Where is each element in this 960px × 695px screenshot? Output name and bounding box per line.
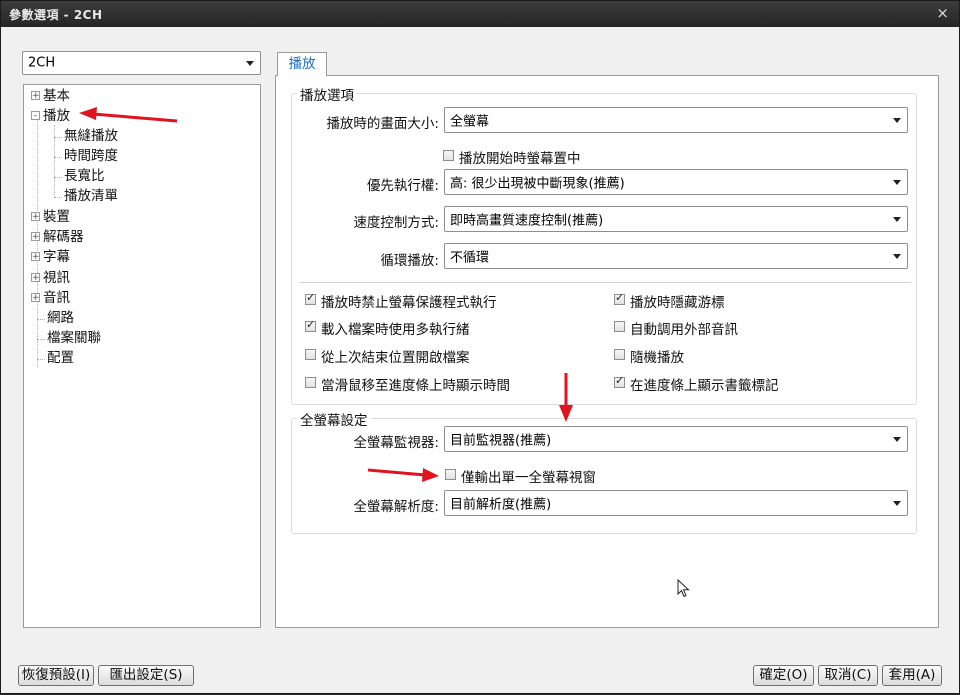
tree-guide-line xyxy=(37,339,45,340)
tree-item-playlist[interactable]: 播放清單 xyxy=(64,187,118,206)
window-title: 參數選項 - 2CH xyxy=(9,8,103,22)
hide-cursor-checkbox[interactable] xyxy=(614,291,625,305)
reset-defaults-button[interactable]: 恢復預設(I) xyxy=(18,665,94,686)
chevron-down-icon xyxy=(893,118,901,123)
tree-item-audio[interactable]: + 音訊 xyxy=(31,289,70,308)
monitor-label: 全螢幕監視器: xyxy=(353,435,439,451)
shuffle-label: 隨機播放 xyxy=(630,350,684,366)
tree-item-file-association[interactable]: 檔案關聯 xyxy=(47,329,101,348)
screen-size-select[interactable]: 全螢幕 xyxy=(444,107,908,133)
export-settings-button[interactable]: 匯出設定(S) xyxy=(98,665,194,686)
screen-size-value: 全螢幕 xyxy=(450,114,490,130)
tree-guide-line xyxy=(54,197,62,198)
title-bar: 參數選項 - 2CH × xyxy=(1,1,959,27)
tree-item-subtitle[interactable]: + 字幕 xyxy=(31,248,70,267)
speed-control-select[interactable]: 即時高畫質速度控制(推薦) xyxy=(444,206,908,232)
center-on-start-checkbox[interactable] xyxy=(443,150,454,161)
shuffle-checkbox[interactable] xyxy=(614,349,625,360)
hover-time-label: 當滑鼠移至進度條上時顯示時間 xyxy=(321,378,510,394)
monitor-value: 目前監視器(推薦) xyxy=(450,433,552,449)
multithread-load-label: 載入檔案時使用多執行緒 xyxy=(321,322,470,338)
separator xyxy=(299,282,911,283)
chevron-down-icon xyxy=(893,501,901,506)
ok-button[interactable]: 確定(O) xyxy=(753,665,814,686)
cancel-button[interactable]: 取消(C) xyxy=(818,665,878,686)
priority-value: 高: 很少出現被中斷現象(推薦) xyxy=(450,176,625,192)
tree-item-config[interactable]: 配置 xyxy=(47,349,74,368)
disable-screensaver-checkbox[interactable] xyxy=(305,291,316,305)
speed-control-value: 即時高畫質速度控制(推薦) xyxy=(450,213,604,229)
resume-position-checkbox[interactable] xyxy=(305,349,316,360)
collapse-icon[interactable]: - xyxy=(31,110,40,120)
screen-size-label: 播放時的畫面大小: xyxy=(326,116,439,132)
fullscreen-settings-title: 全螢幕設定 xyxy=(297,409,371,429)
chevron-down-icon xyxy=(893,254,901,259)
bookmark-marks-label: 在進度條上顯示書籤標記 xyxy=(630,378,779,394)
disable-screensaver-label: 播放時禁止螢幕保護程式執行 xyxy=(321,295,497,311)
tree-guide-line xyxy=(54,137,62,138)
loop-value: 不循環 xyxy=(450,250,490,266)
multithread-load-checkbox[interactable] xyxy=(305,318,316,332)
apply-button[interactable]: 套用(A) xyxy=(882,665,942,686)
tree-item-network[interactable]: 網路 xyxy=(47,309,74,328)
expand-icon[interactable]: + xyxy=(31,272,40,282)
options-dialog: 參數選項 - 2CH × 2CH + 基本 - 播放 無縫播放 時間跨度 長寬比 播… xyxy=(0,0,960,694)
auto-external-audio-label: 自動調用外部音訊 xyxy=(630,322,738,338)
tree-guide-line xyxy=(54,177,62,178)
single-window-label: 僅輸出單一全螢幕視窗 xyxy=(461,470,596,486)
tree-item-label: 字幕 xyxy=(43,249,70,265)
profile-select-value: 2CH xyxy=(28,55,56,71)
tree-guide-line xyxy=(37,359,45,360)
tree-item-label: 解碼器 xyxy=(43,229,84,245)
resolution-value: 目前解析度(推薦) xyxy=(450,497,552,513)
expand-icon[interactable]: + xyxy=(31,90,40,100)
hide-cursor-label: 播放時隱藏游標 xyxy=(630,295,725,311)
mouse-cursor-icon xyxy=(677,579,690,598)
chevron-down-icon xyxy=(893,217,901,222)
tree-item-label: 音訊 xyxy=(43,290,70,306)
tree-item-aspect-ratio[interactable]: 長寬比 xyxy=(64,167,105,186)
tree-item-decoder[interactable]: + 解碼器 xyxy=(31,228,84,247)
resolution-label: 全螢幕解析度: xyxy=(353,499,439,515)
tree-item-label: 視訊 xyxy=(43,270,70,286)
tree-item-video[interactable]: + 視訊 xyxy=(31,269,70,288)
tab-playback[interactable]: 播放 xyxy=(277,52,327,76)
auto-external-audio-checkbox[interactable] xyxy=(614,321,625,332)
settings-tree: + 基本 - 播放 無縫播放 時間跨度 長寬比 播放清單 + 裝置 + 解碼器 + 字幕 … xyxy=(23,84,261,628)
expand-icon[interactable]: + xyxy=(31,292,40,302)
tree-item-playback[interactable]: - 播放 xyxy=(31,107,70,126)
priority-label: 優先執行權: xyxy=(366,178,439,194)
center-on-start-label: 播放開始時螢幕置中 xyxy=(459,151,581,167)
chevron-down-icon xyxy=(246,61,254,66)
expand-icon[interactable]: + xyxy=(31,231,40,241)
monitor-select[interactable]: 目前監視器(推薦) xyxy=(444,426,908,452)
bookmark-marks-checkbox[interactable] xyxy=(614,374,625,388)
tree-guide-line xyxy=(54,125,55,197)
expand-icon[interactable]: + xyxy=(31,211,40,221)
tree-item-label: 基本 xyxy=(43,88,70,104)
tree-item-seamless[interactable]: 無縫播放 xyxy=(64,127,118,146)
expand-icon[interactable]: + xyxy=(31,251,40,261)
tree-item-basic[interactable]: + 基本 xyxy=(31,87,70,106)
tree-item-label: 播放 xyxy=(43,108,70,124)
tree-item-label: 裝置 xyxy=(43,209,70,225)
speed-control-label: 速度控制方式: xyxy=(353,215,439,231)
tree-item-timespan[interactable]: 時間跨度 xyxy=(64,147,118,166)
loop-select[interactable]: 不循環 xyxy=(444,243,908,269)
tree-guide-line xyxy=(37,319,45,320)
profile-select[interactable]: 2CH xyxy=(22,51,261,75)
priority-select[interactable]: 高: 很少出現被中斷現象(推薦) xyxy=(444,169,908,195)
chevron-down-icon xyxy=(893,180,901,185)
single-window-checkbox[interactable] xyxy=(445,469,456,480)
playback-options-title: 播放選項 xyxy=(297,84,357,104)
resolution-select[interactable]: 目前解析度(推薦) xyxy=(444,490,908,516)
tree-item-device[interactable]: + 裝置 xyxy=(31,208,70,227)
chevron-down-icon xyxy=(893,437,901,442)
hover-time-checkbox[interactable] xyxy=(305,377,316,388)
tree-guide-line xyxy=(54,157,62,158)
loop-label: 循環播放: xyxy=(380,253,439,269)
resume-position-label: 從上次結束位置開啟檔案 xyxy=(321,350,470,366)
close-icon[interactable]: × xyxy=(936,4,949,22)
